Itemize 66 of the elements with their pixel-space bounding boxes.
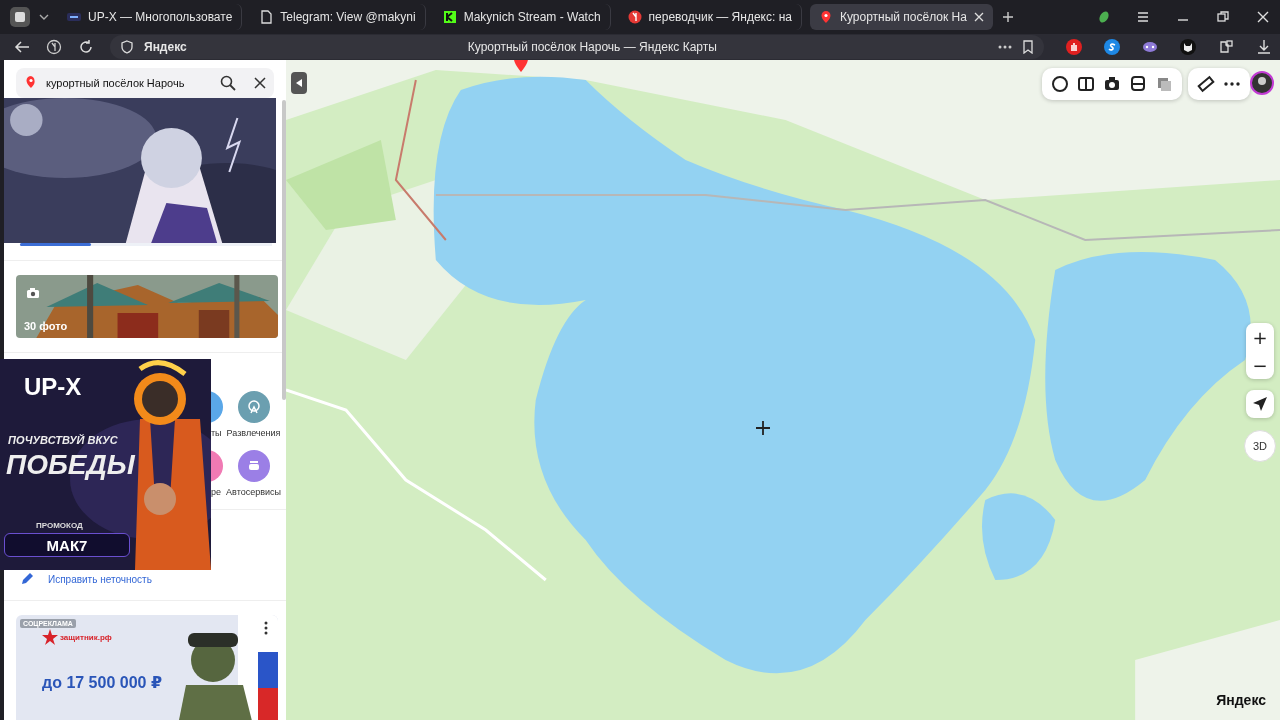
collapse-button[interactable]	[291, 72, 307, 94]
music-logo-icon[interactable]	[1104, 39, 1120, 55]
camera-icon[interactable]	[1103, 75, 1121, 93]
layers-icon[interactable]	[1155, 75, 1173, 93]
category-button[interactable]: ре	[211, 450, 225, 497]
browser-tab[interactable]: Telegram: View @makyni	[250, 4, 426, 30]
zoom-in-button[interactable]: +	[1246, 323, 1274, 351]
browser-tab[interactable]: переводчик — Яндекс: на	[618, 4, 802, 30]
yandex-logo-icon[interactable]	[46, 39, 62, 55]
category-button[interactable]: Развлечения	[225, 391, 282, 438]
restore-icon[interactable]	[1216, 10, 1230, 24]
reload-icon[interactable]	[78, 39, 94, 55]
search-icon[interactable]	[220, 75, 236, 91]
location-button[interactable]	[1246, 390, 1274, 418]
triangle-left-icon	[296, 79, 302, 87]
hand-icon[interactable]	[1066, 39, 1082, 55]
address-field[interactable]: Яндекс Курортный посёлок Нарочь — Яндекс Карты	[110, 35, 1044, 59]
close-icon[interactable]	[254, 77, 266, 89]
menu-icon[interactable]	[1136, 10, 1150, 24]
ruler-icon[interactable]	[1197, 75, 1215, 93]
promo-code: МАК7	[4, 533, 130, 557]
promo-code-label: ПРОМОКОД	[36, 521, 83, 530]
shield-icon	[120, 40, 134, 54]
map-pin-icon	[818, 10, 833, 24]
browser-tab[interactable]: Makynich Stream - Watch	[433, 4, 611, 30]
circle-icon[interactable]	[1051, 75, 1069, 93]
square-icon	[14, 11, 26, 23]
edit-link[interactable]: Исправить неточность	[4, 572, 168, 586]
browser-tab[interactable]: UP-X — Многопользовате	[58, 4, 243, 30]
brand-name: защитник.рф	[60, 632, 112, 642]
ad-headline: до 17 500 000 ₽	[42, 673, 163, 692]
browser-tab[interactable]: Курортный посёлок На	[809, 4, 993, 30]
site-name: Яндекс	[144, 40, 187, 54]
gamepad-icon[interactable]	[1142, 39, 1158, 55]
category-button[interactable]: Автосервисы	[225, 450, 282, 497]
promo-slogan: ПОЧУВСТВУЙ ВКУС	[8, 434, 118, 446]
map-pin-icon	[24, 75, 36, 91]
category-button[interactable]: ты	[211, 391, 225, 438]
download-icon[interactable]	[1256, 39, 1272, 55]
more-icon[interactable]	[264, 621, 268, 635]
crosshair-icon	[756, 421, 770, 435]
document-icon	[259, 10, 274, 24]
bookmark-icon[interactable]	[1022, 40, 1034, 54]
promo-slogan: ПОБЕДЫ	[6, 449, 135, 481]
search-field[interactable]: курортный посёлок Нарочь	[44, 69, 212, 97]
camera-icon	[26, 287, 40, 299]
workspace-button[interactable]	[10, 7, 30, 27]
yandex-logo-icon	[627, 10, 642, 24]
letter-k-icon	[442, 10, 457, 24]
page-title: Курортный посёлок Нарочь — Яндекс Карты	[466, 40, 718, 54]
cat-icon[interactable]	[1180, 39, 1196, 55]
extensions-icon[interactable]	[1218, 39, 1234, 55]
scrollbar[interactable]	[282, 100, 286, 400]
pencil-icon	[20, 572, 34, 586]
map-logo: Яндекс	[1216, 692, 1266, 708]
star-icon	[42, 629, 58, 645]
zoom-out-button[interactable]: −	[1246, 351, 1274, 379]
leaf-icon[interactable]	[1098, 10, 1110, 24]
arrow-icon	[1253, 397, 1267, 411]
new-tab-icon[interactable]	[1000, 10, 1015, 24]
more-icon[interactable]	[998, 45, 1012, 49]
promo-logo: UP-X	[24, 373, 82, 401]
photo-count: 30 фото	[24, 320, 68, 332]
back-arrow-icon[interactable]	[14, 40, 30, 54]
search-bar[interactable]: курортный посёлок Нарочь	[16, 68, 274, 98]
site-logo-icon	[67, 10, 81, 24]
